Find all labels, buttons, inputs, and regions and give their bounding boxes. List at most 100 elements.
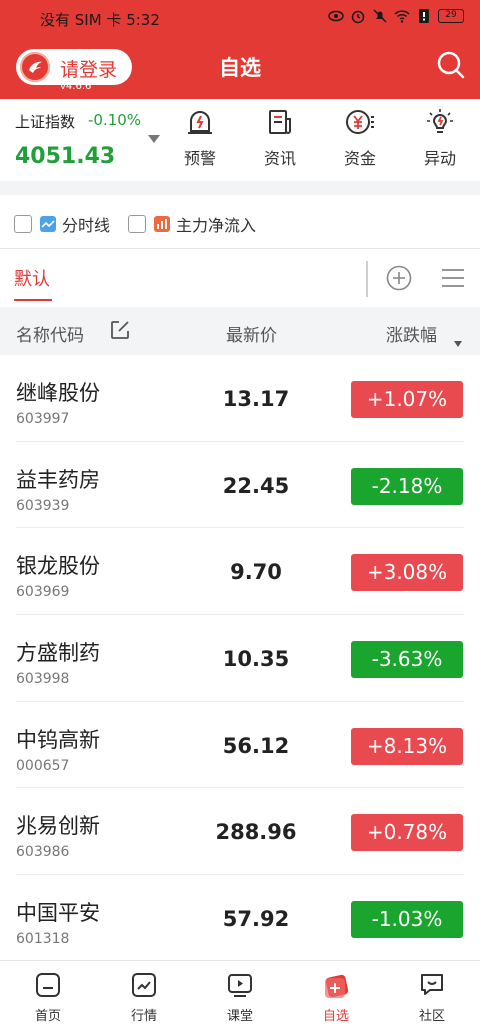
sort-caret-icon[interactable]: [454, 341, 462, 347]
tool-news[interactable]: 资讯: [250, 107, 310, 169]
add-group-icon[interactable]: [386, 265, 412, 291]
index-name: 上证指数: [15, 113, 76, 131]
stock-code: 603939: [16, 497, 70, 514]
section-divider: [0, 181, 480, 195]
community-icon: [418, 971, 446, 999]
money-icon: [345, 107, 375, 137]
wifi-icon: [394, 8, 410, 24]
option-main-inflow[interactable]: 主力净流入: [128, 212, 256, 236]
tool-alert[interactable]: 预警: [170, 107, 230, 169]
status-text: 没有 SIM 卡 5:32: [40, 11, 160, 29]
display-options: 分时线 主力净流入: [0, 195, 480, 249]
stock-row[interactable]: 益丰药房 603939 22.45 -2.18%: [0, 442, 480, 529]
stock-name: 银龙股份: [16, 554, 100, 579]
nav-classroom-label: 课堂: [226, 1009, 253, 1024]
stock-row[interactable]: 兆易创新 603986 288.96 +0.78%: [0, 788, 480, 876]
bar-chart-icon: [154, 216, 170, 232]
change-badge[interactable]: +3.08%: [351, 554, 463, 592]
video-icon: [226, 971, 254, 999]
bottom-nav: 首页 行情 课堂 自选 社区: [0, 960, 480, 1027]
nav-home-label: 首页: [34, 1009, 61, 1024]
sim-alert-icon: [416, 8, 432, 24]
battery-icon: 29: [438, 9, 464, 23]
tab-default[interactable]: 默认: [14, 265, 50, 291]
stock-name: 中钨高新: [16, 727, 100, 752]
change-badge[interactable]: +1.07%: [351, 381, 463, 418]
main-inflow-checkbox[interactable]: [128, 215, 146, 233]
stock-row[interactable]: 方盛制药 603998 10.35 -3.63%: [0, 615, 480, 702]
status-icons: 29: [328, 8, 464, 24]
index-value: 4051.43: [15, 144, 116, 169]
search-icon[interactable]: [436, 50, 466, 80]
stock-price: 288.96: [215, 820, 297, 845]
stock-name: 益丰药房: [16, 467, 100, 492]
bell-alert-icon: [185, 107, 215, 137]
stock-price: 10.35: [222, 647, 290, 672]
column-price[interactable]: 最新价: [226, 321, 277, 346]
menu-icon[interactable]: [440, 267, 466, 289]
home-icon: [34, 971, 62, 999]
index-dropdown-icon[interactable]: [148, 135, 160, 143]
stock-name: 兆易创新: [16, 814, 100, 839]
change-badge[interactable]: +8.13%: [351, 727, 463, 765]
nav-watchlist[interactable]: 自选: [306, 971, 366, 1024]
tool-movement[interactable]: 异动: [410, 107, 470, 169]
tool-movement-label: 异动: [423, 149, 456, 168]
tab-active-indicator: [14, 299, 52, 301]
group-tabs: 默认: [0, 249, 480, 307]
watchlist: 继峰股份 603997 13.17 +1.07% 益丰药房 603939 22.45 -2.1…: [0, 355, 480, 962]
stock-price: 57.92: [222, 907, 290, 932]
list-header: 名称代码 最新价 涨跌幅: [0, 307, 480, 355]
stock-code: 000657: [16, 757, 70, 774]
edit-icon[interactable]: [110, 320, 130, 340]
stock-name: 方盛制药: [16, 641, 100, 666]
option-timeline[interactable]: 分时线: [14, 212, 110, 236]
column-name-code: 名称代码: [16, 326, 84, 346]
stock-name: 继峰股份: [16, 381, 100, 405]
stock-price: 9.70: [230, 560, 282, 585]
change-badge[interactable]: -1.03%: [351, 901, 463, 939]
timeline-chart-icon: [40, 216, 56, 232]
stock-row[interactable]: 中钨高新 000657 56.12 +8.13%: [0, 702, 480, 789]
nav-community[interactable]: 社区: [402, 971, 462, 1024]
page-title: 自选: [219, 56, 261, 80]
tool-funds[interactable]: 资金: [330, 107, 390, 169]
stock-price: 22.45: [222, 473, 290, 498]
tool-alert-label: 预警: [183, 149, 216, 168]
timeline-checkbox[interactable]: [14, 215, 32, 233]
stock-row[interactable]: 继峰股份 603997 13.17 +1.07%: [0, 355, 480, 442]
tool-news-label: 资讯: [263, 149, 296, 168]
index-summary[interactable]: 上证指数 -0.10% 4051.43 预警 资讯 资金 异动: [0, 99, 480, 181]
nav-classroom[interactable]: 课堂: [210, 971, 270, 1024]
lightbulb-icon: [425, 107, 455, 137]
tool-funds-label: 资金: [343, 149, 376, 168]
tab-separator: [366, 261, 368, 297]
stock-code: 603998: [16, 671, 70, 688]
stock-name: 中国平安: [16, 901, 100, 926]
news-icon: [265, 107, 295, 137]
stock-row[interactable]: 银龙股份 603969 9.70 +3.08%: [0, 528, 480, 616]
change-badge[interactable]: +0.78%: [351, 814, 463, 852]
column-change[interactable]: 涨跌幅: [386, 321, 437, 346]
stock-code: 603969: [16, 584, 70, 601]
stock-price: 56.12: [222, 733, 290, 758]
nav-market[interactable]: 行情: [114, 971, 174, 1024]
nav-community-label: 社区: [418, 1009, 445, 1024]
stock-code: 601318: [16, 931, 70, 948]
app-header: 没有 SIM 卡 5:32 29 请登录 v4.6.6 自选: [0, 0, 480, 99]
nav-home[interactable]: 首页: [18, 971, 78, 1024]
watchlist-icon: [322, 971, 350, 999]
status-bar: 没有 SIM 卡 5:32 29: [0, 0, 480, 36]
timeline-label: 分时线: [62, 216, 111, 235]
stock-price: 13.17: [222, 387, 290, 411]
nav-watchlist-label: 自选: [322, 1009, 349, 1024]
stock-code: 603997: [16, 411, 70, 427]
change-badge[interactable]: -3.63%: [351, 641, 463, 679]
app-version: v4.6.6: [60, 81, 92, 92]
chart-icon: [130, 971, 158, 999]
main-inflow-label: 主力净流入: [176, 216, 257, 235]
change-badge[interactable]: -2.18%: [351, 467, 463, 505]
stock-code: 603986: [16, 844, 70, 861]
eye-icon: [328, 8, 344, 24]
stock-row[interactable]: 中国平安 601318 57.92 -1.03%: [0, 875, 480, 962]
